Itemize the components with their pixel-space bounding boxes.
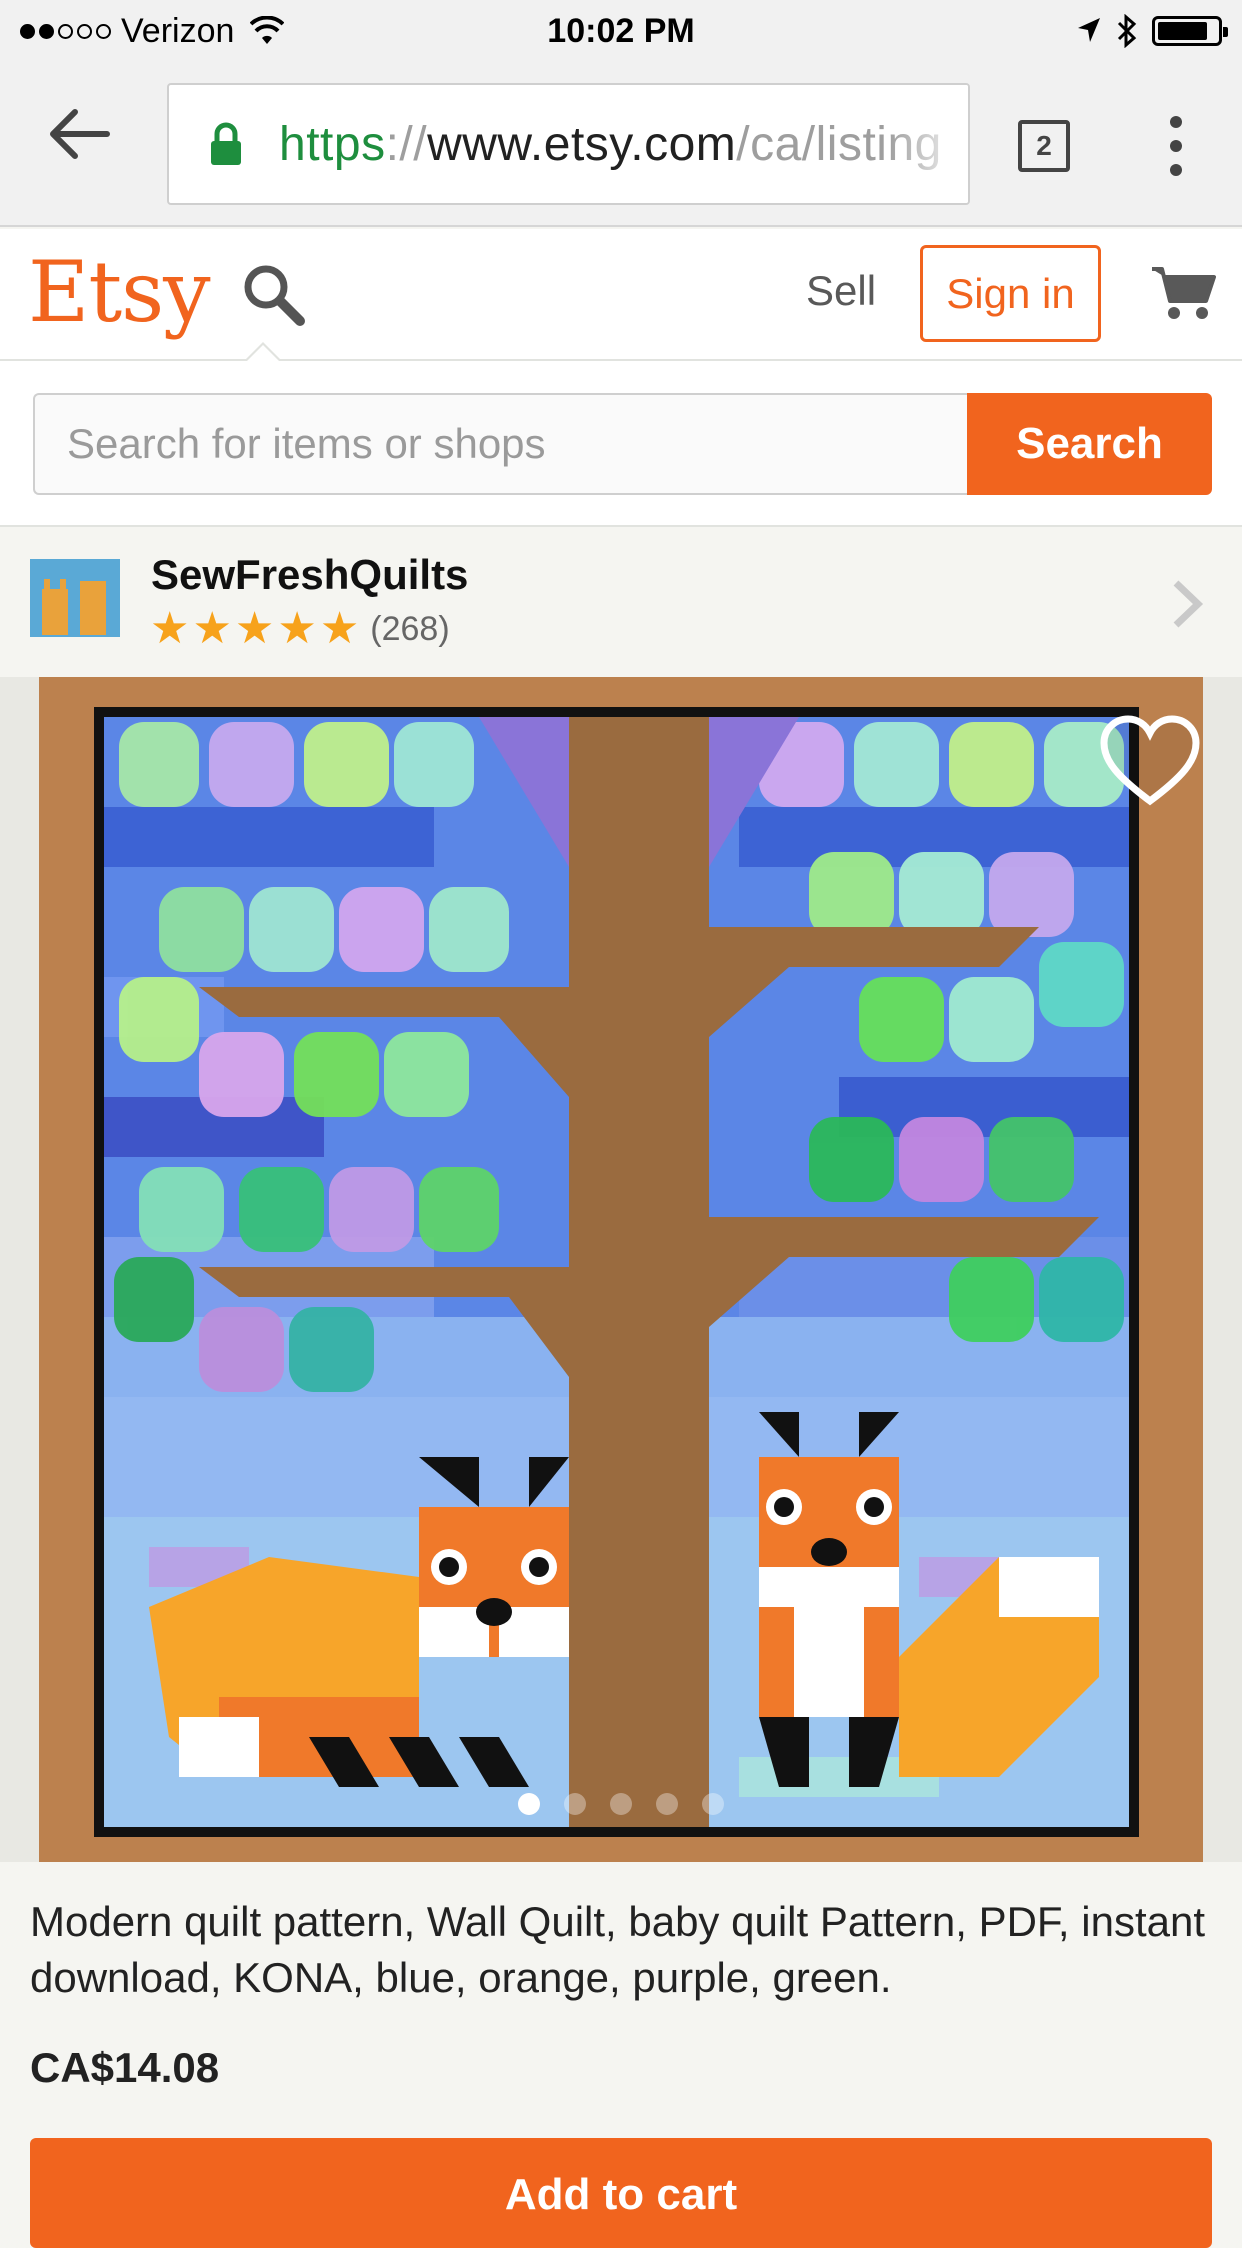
listing-photo[interactable] [39, 677, 1203, 1862]
listing-price: CA$14.08 [30, 2044, 220, 2091]
browser-toolbar: https://www.etsy.com/ca/listing 2 [0, 62, 1242, 227]
chevron-right-icon [1173, 580, 1204, 628]
shop-name: SewFreshQuilts [151, 551, 469, 598]
address-bar[interactable]: https://www.etsy.com/ca/listing [167, 83, 970, 205]
bluetooth-icon [1117, 14, 1137, 48]
star-icon: ★ [150, 604, 190, 653]
lock-icon [211, 122, 241, 165]
overflow-menu-icon[interactable] [1162, 116, 1190, 176]
status-right [1076, 10, 1228, 52]
carousel-dots[interactable] [0, 1793, 1242, 1815]
battery-icon [1152, 16, 1228, 46]
search-caret [243, 342, 283, 363]
listing-title: Modern quilt pattern, Wall Quilt, baby q… [30, 1898, 1205, 2001]
carousel-dot[interactable] [564, 1793, 586, 1815]
search-input[interactable] [33, 393, 969, 495]
search-bar: Search [0, 361, 1242, 527]
tabs-icon[interactable]: 2 [1018, 120, 1070, 172]
add-to-cart-button[interactable]: Add to cart [30, 2138, 1212, 2248]
star-icon: ★ [277, 604, 317, 653]
review-count: (268) [370, 609, 450, 648]
star-icon: ★ [192, 604, 232, 653]
carousel-dot[interactable] [518, 1793, 540, 1815]
heart-icon[interactable] [1098, 713, 1202, 809]
location-arrow-icon [1078, 18, 1100, 42]
shop-avatar [30, 559, 120, 649]
back-arrow-icon[interactable] [45, 104, 125, 164]
etsy-logo[interactable]: Etsy [28, 243, 211, 341]
listing-image-carousel[interactable] [0, 677, 1242, 1862]
status-bar: Verizon 10:02 PM [0, 0, 1242, 62]
url-text: https://www.etsy.com/ca/listing [279, 117, 942, 171]
cart-icon[interactable] [1150, 263, 1216, 323]
search-button[interactable]: Search [967, 393, 1212, 495]
search-icon[interactable] [240, 261, 306, 327]
carousel-dot[interactable] [702, 1793, 724, 1815]
star-icon: ★ [234, 604, 275, 653]
shop-rating: ★ ★ ★ ★ ★ (268) [150, 607, 450, 651]
carousel-dot[interactable] [656, 1793, 678, 1815]
sell-link[interactable]: Sell [806, 267, 876, 315]
sign-in-button[interactable]: Sign in [920, 245, 1101, 342]
shop-row[interactable]: SewFreshQuilts ★ ★ ★ ★ ★ (268) [0, 527, 1242, 677]
status-time: 10:02 PM [547, 12, 695, 50]
carousel-dot[interactable] [610, 1793, 632, 1815]
site-header: Etsy Sell Sign in [0, 229, 1242, 363]
star-icon: ★ [319, 604, 360, 653]
